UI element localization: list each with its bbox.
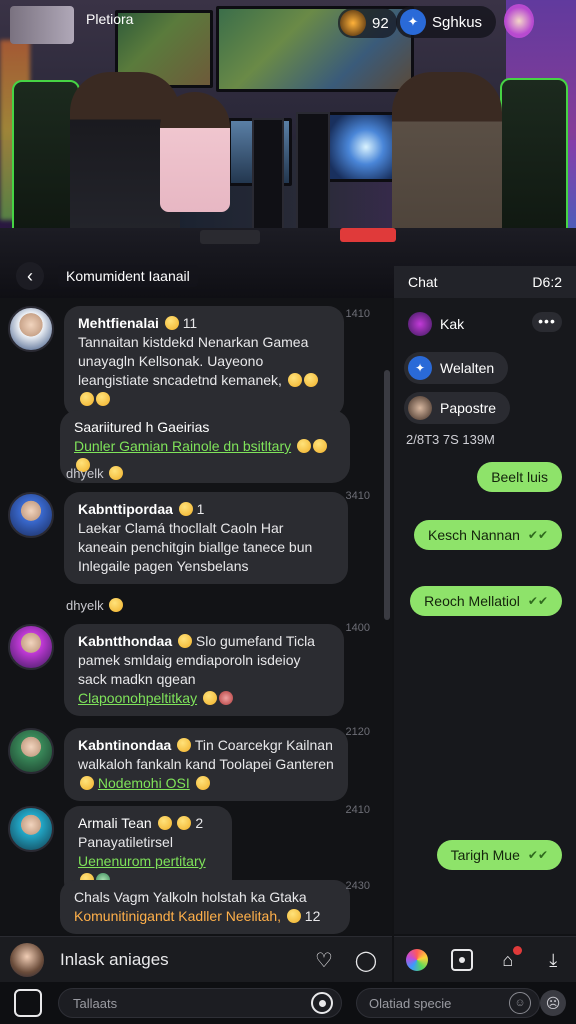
read-check-icon: ✔✔ <box>527 528 548 542</box>
bird-icon: ✦ <box>408 356 432 380</box>
outgoing-bubble: Beelt luis <box>477 462 562 492</box>
channel-title: Komumident Iaanail <box>58 265 198 287</box>
message-5: Kabntinondaa Tin Coarcekgr Kailnan walka… <box>8 728 348 801</box>
compose-bar: Inlask aniages ♡ ◯ <box>0 936 392 983</box>
avatar[interactable] <box>8 806 54 852</box>
smile-icon <box>164 316 179 330</box>
outgoing-bubble: Reoch Mellatiol ✔✔ <box>410 586 562 616</box>
plain-text: dhyelk <box>66 598 124 613</box>
message-link[interactable]: Clapoonohpeltitkay <box>78 690 197 706</box>
avatar <box>408 312 432 336</box>
sticker-icon[interactable]: ☺ <box>509 992 531 1014</box>
outgoing-bubble: Tarigh Mue ✔✔ <box>436 840 562 870</box>
message-link[interactable]: Uenenurom pertitary <box>78 853 206 869</box>
side-item-papostre[interactable]: Papostre <box>404 392 511 424</box>
timestamp: 1410 <box>345 308 370 320</box>
avatar[interactable] <box>8 492 54 538</box>
side-chat-title: Chat <box>408 274 438 290</box>
timestamp: 2430 <box>345 880 370 892</box>
footer-input-1[interactable]: Tallaats <box>58 988 342 1018</box>
message-bubble: Kabnttipordaa 1 Laekar Clamá thocllalt C… <box>64 492 348 584</box>
avatar[interactable] <box>8 306 54 352</box>
heart-icon[interactable]: ♡ <box>308 944 340 976</box>
timestamp: 3410 <box>345 490 370 502</box>
back-arrow-icon[interactable]: ‹ <box>16 262 44 290</box>
more-options-button[interactable]: ••• <box>532 312 562 332</box>
message-bubble: Kabntinondaa Tin Coarcekgr Kailnan walka… <box>64 728 348 801</box>
message-link[interactable]: Nodemohi OSI <box>98 775 190 791</box>
side-chat-panel: Chat D6:2 Kak ••• ✦ Welalten Papostre 2/… <box>394 266 576 934</box>
notification-dot <box>512 946 522 955</box>
side-timestamp: 2/8T3 7S 139M <box>406 432 495 447</box>
avatar[interactable] <box>8 728 54 774</box>
message-7: Chals Vagm Yalkoln holstah ka Gtaka Komu… <box>60 880 350 934</box>
my-avatar[interactable] <box>10 943 44 977</box>
footer-input-2[interactable]: Olatiad specie ☺ <box>356 988 540 1018</box>
hero-mid-chip[interactable]: 92 <box>338 8 397 38</box>
notification-icon[interactable]: ⌂ <box>494 946 522 974</box>
keyboard-2 <box>340 228 396 242</box>
scrollbar[interactable] <box>384 370 390 620</box>
side-item-welalten[interactable]: ✦ Welalten <box>404 352 509 384</box>
timestamp: 2410 <box>345 804 370 816</box>
download-icon[interactable]: ⤓ <box>539 946 567 974</box>
palette-icon[interactable] <box>403 946 431 974</box>
avatar[interactable] <box>8 624 54 670</box>
side-item-kak[interactable]: Kak <box>404 308 478 340</box>
chat-bubble-icon[interactable]: ◯ <box>350 944 382 976</box>
profile-avatar[interactable] <box>504 4 534 38</box>
avatar <box>408 396 432 420</box>
hero-thumbnail[interactable] <box>10 6 74 44</box>
outgoing-bubble: Kesch Nannan ✔✔ <box>414 520 562 550</box>
side-toolbar: ⌂ ⤓ <box>394 936 576 983</box>
message-bubble: Mehtfienalai 11 Tannaitan kistdekd Nenar… <box>64 306 344 417</box>
hero-left-label: Pletiora <box>86 11 134 27</box>
record-icon[interactable] <box>448 946 476 974</box>
bird-icon: ✦ <box>400 9 426 35</box>
hero-banner: Pletiora 92 ✦ Sghkus ‹ Komumident Iaanai… <box>0 0 576 298</box>
message-4: Kabntthondaa Slo gumefand Ticla pamek sm… <box>8 624 344 716</box>
timestamp: 1400 <box>345 622 370 634</box>
message-link[interactable]: Dunler Gamian Rainole dn bsitltary <box>74 438 291 454</box>
side-chat-code: D6:2 <box>532 274 562 290</box>
message-bubble: Kabntthondaa Slo gumefand Ticla pamek sm… <box>64 624 344 716</box>
message-3: Kabnttipordaa 1 Laekar Clamá thocllalt C… <box>8 492 348 584</box>
player-2 <box>160 92 230 212</box>
keyboard-1 <box>200 230 260 244</box>
side-chat-header: Chat D6:2 <box>394 266 576 298</box>
plain-text: dhyelk <box>66 466 124 481</box>
record-circle-icon[interactable] <box>311 992 333 1014</box>
read-check-icon: ✔✔ <box>527 848 548 862</box>
chat-feed[interactable]: Mehtfienalai 11 Tannaitan kistdekd Nenar… <box>0 298 392 934</box>
hero-right-chip[interactable]: ✦ Sghkus <box>396 6 497 38</box>
footer-bar: Tallaats Olatiad specie ☺ ☹ <box>0 982 576 1024</box>
message-input[interactable]: Inlask aniages <box>60 950 308 970</box>
read-check-icon: ✔✔ <box>527 594 548 608</box>
hero-back-bar: ‹ Komumident Iaanail <box>16 262 198 290</box>
timestamp: 2120 <box>345 726 370 738</box>
message-1: Mehtfienalai 11 Tannaitan kistdekd Nenar… <box>8 306 344 417</box>
camera-icon[interactable] <box>14 989 42 1017</box>
message-bubble: Chals Vagm Yalkoln holstah ka Gtaka Komu… <box>60 880 350 934</box>
fire-icon <box>340 10 366 36</box>
emoji-icon[interactable]: ☹ <box>540 990 566 1016</box>
